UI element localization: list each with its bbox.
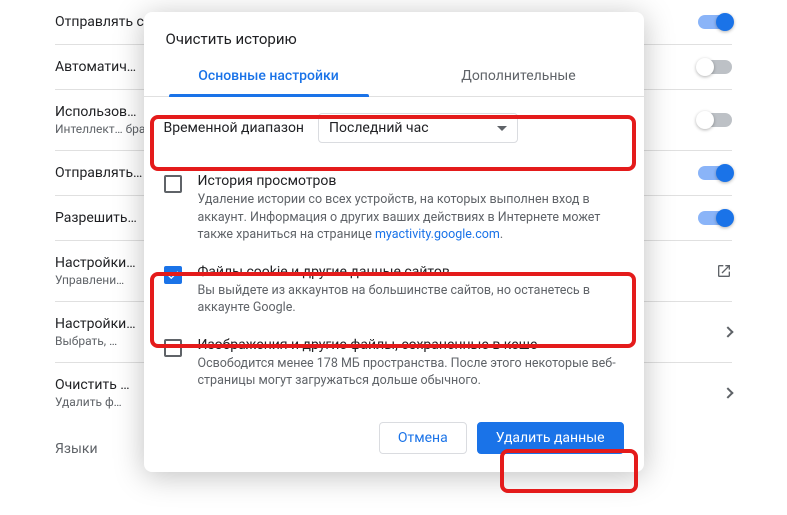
- checkbox[interactable]: [164, 266, 182, 284]
- checkbox[interactable]: [164, 339, 182, 357]
- dialog-title: Очистить историю: [144, 12, 644, 58]
- dialog-footer: Отмена Удалить данные: [144, 408, 644, 472]
- dialog-tabs: Основные настройки Дополнительные: [144, 58, 644, 97]
- tab-advanced[interactable]: Дополнительные: [394, 58, 644, 96]
- option-title: Изображения и другие файлы, сохраненные …: [198, 337, 624, 353]
- option-title: Файлы cookie и другие данные сайтов: [198, 264, 624, 280]
- clear-option-0: История просмотров Удаление истории со вс…: [164, 163, 624, 254]
- time-range-value: Последний час: [329, 120, 429, 136]
- clear-option-1: Файлы cookie и другие данные сайтов Вы вы…: [164, 254, 624, 327]
- clear-data-options: История просмотров Удаление истории со вс…: [144, 159, 644, 408]
- link[interactable]: myactivity.google.com: [375, 227, 500, 242]
- time-range-label: Временной диапазон: [164, 120, 305, 136]
- checkbox[interactable]: [164, 175, 182, 193]
- cancel-button[interactable]: Отмена: [379, 422, 467, 454]
- modal-overlay: Очистить историю Основные настройки Допо…: [0, 0, 787, 515]
- clear-history-dialog: Очистить историю Основные настройки Допо…: [144, 12, 644, 472]
- clear-data-button[interactable]: Удалить данные: [477, 422, 624, 454]
- option-title: История просмотров: [198, 173, 624, 189]
- clear-option-2: Изображения и другие файлы, сохраненные …: [164, 327, 624, 400]
- tab-basic[interactable]: Основные настройки: [144, 58, 394, 96]
- option-desc: Вы выйдете из аккаунтов на большинстве с…: [198, 282, 624, 317]
- time-range-row: Временной диапазон Последний час: [144, 97, 644, 159]
- time-range-select[interactable]: Последний час: [318, 113, 518, 143]
- chevron-down-icon: [497, 126, 507, 131]
- option-desc: Освободится менее 178 МБ пространства. П…: [198, 355, 624, 390]
- option-desc: Удаление истории со всех устройств, на к…: [198, 191, 624, 244]
